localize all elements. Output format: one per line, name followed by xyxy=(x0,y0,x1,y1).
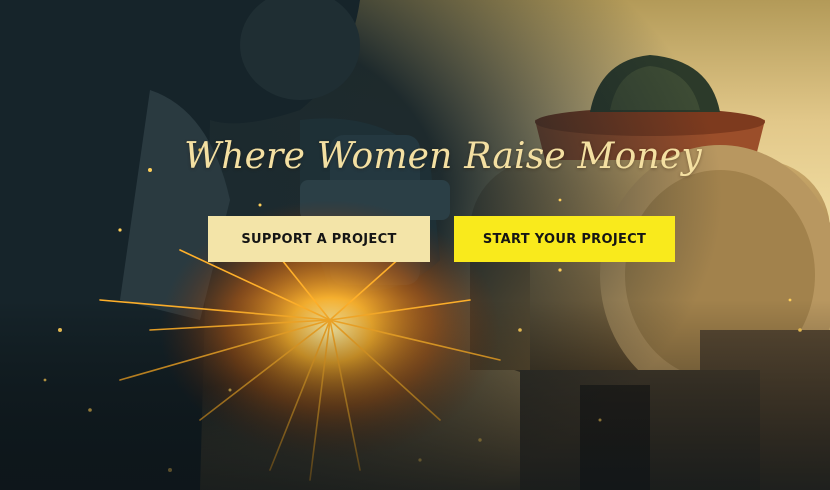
hero-section: Where Women Raise Money SUPPORT A PROJEC… xyxy=(0,0,830,490)
support-a-project-button[interactable]: SUPPORT A PROJECT xyxy=(208,216,430,262)
cta-button-group: SUPPORT A PROJECT START YOUR PROJECT xyxy=(208,216,678,264)
hero-title: Where Women Raise Money xyxy=(184,136,702,177)
start-your-project-button[interactable]: START YOUR PROJECT xyxy=(454,216,675,262)
